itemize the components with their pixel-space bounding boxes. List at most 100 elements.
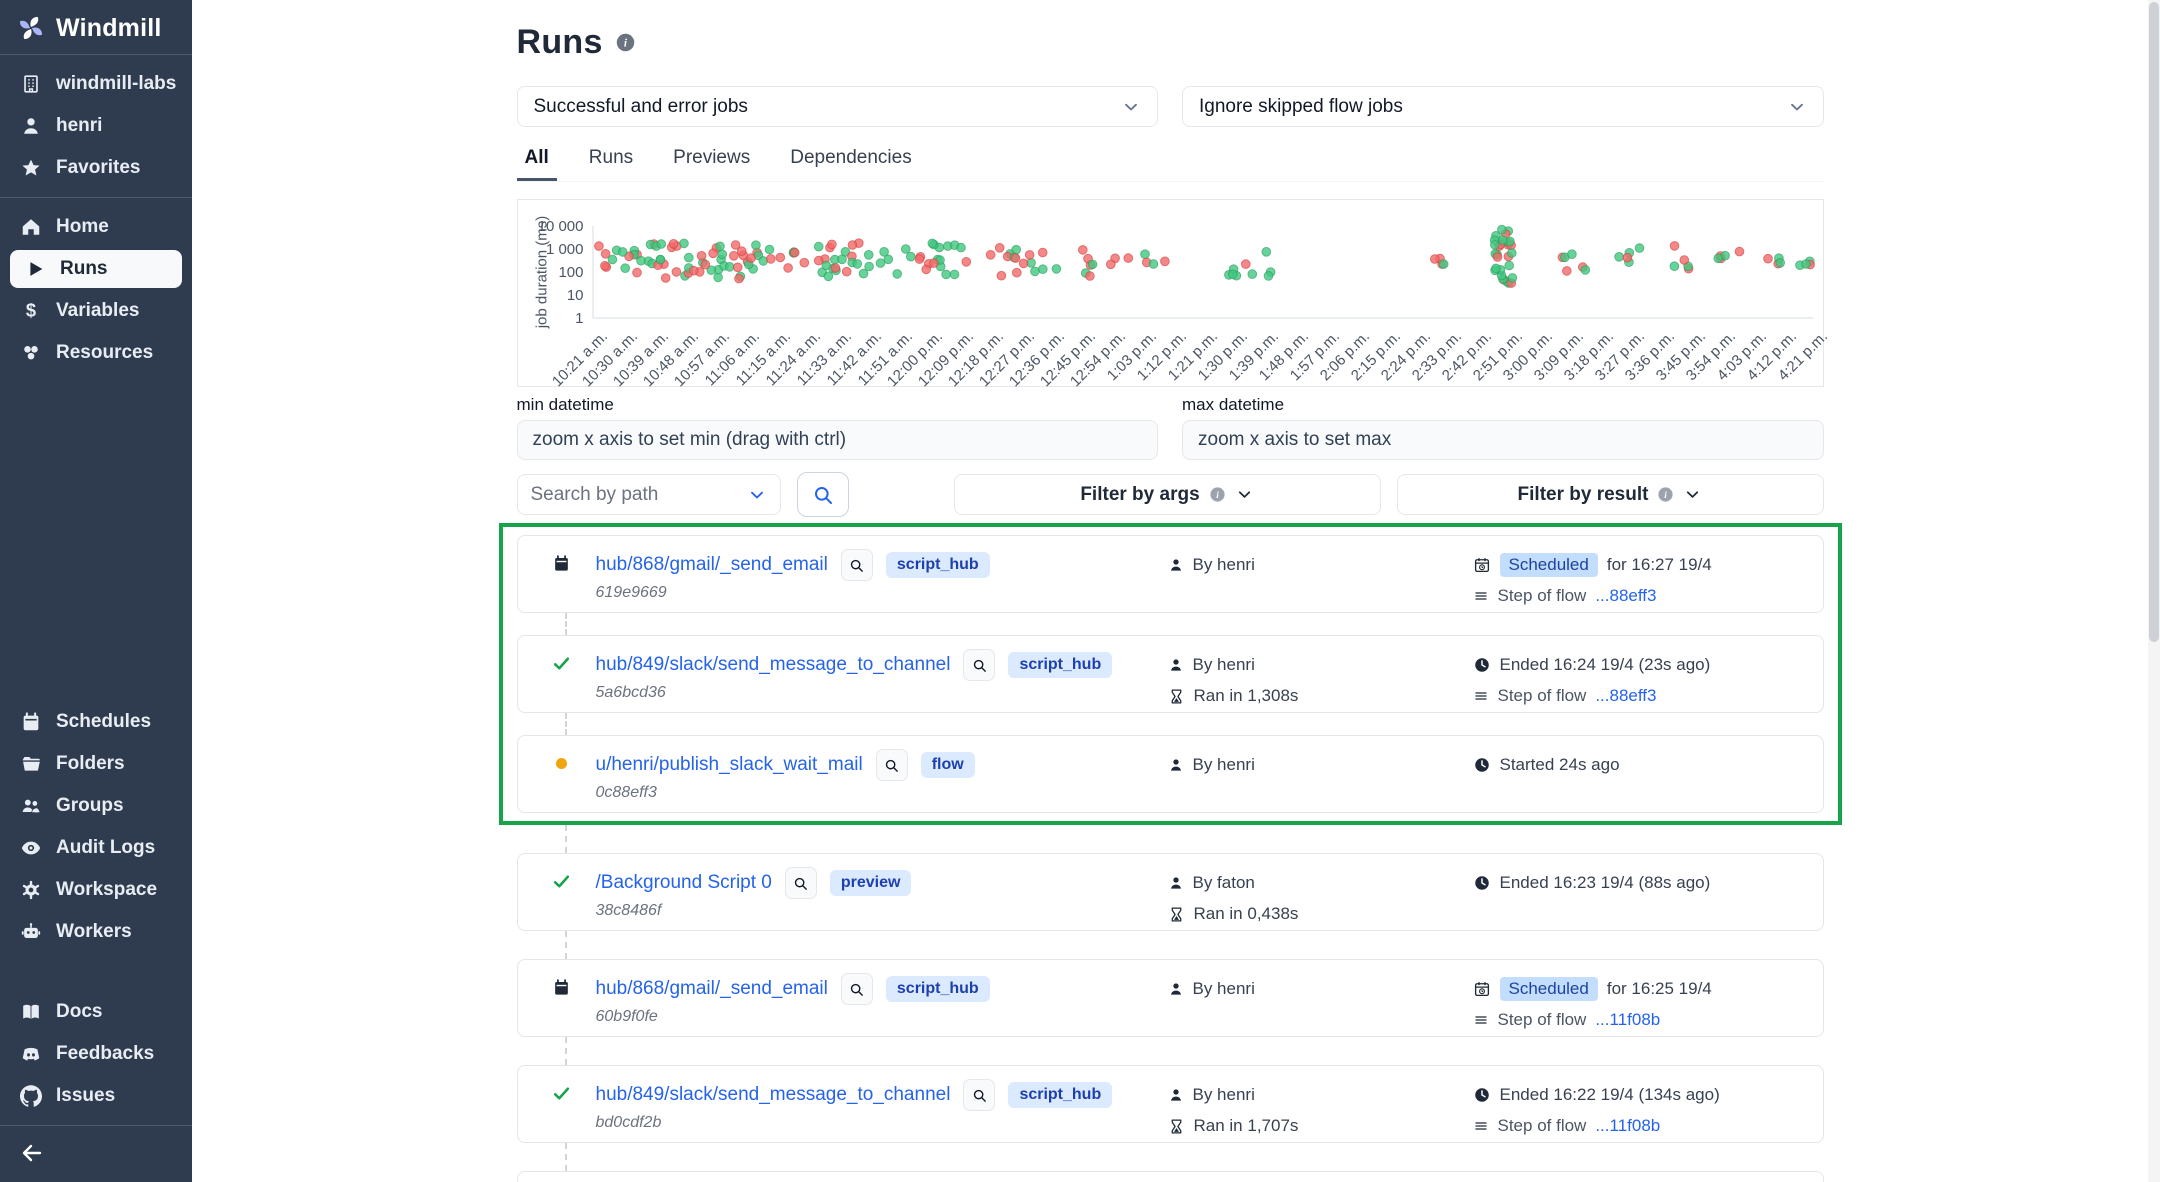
filter-by-result-label: Filter by result [1518, 484, 1649, 506]
tab-runs[interactable]: Runs [581, 141, 641, 181]
sidebar-item-feedbacks[interactable]: Feedbacks [0, 1033, 192, 1075]
inspect-run-button[interactable] [963, 649, 995, 681]
job-kind-badge: script_hub [886, 976, 990, 1002]
inspect-run-button[interactable] [963, 1079, 995, 1111]
parent-flow-link[interactable]: ...11f08b [1595, 1116, 1660, 1136]
run-by: By faton [1193, 873, 1255, 893]
sidebar-item-label: windmill-labs [56, 73, 176, 95]
scrollbar-thumb[interactable] [2149, 2, 2159, 642]
folder-icon [20, 753, 42, 775]
scrollbar [2148, 0, 2160, 1182]
users-icon [20, 795, 42, 817]
sidebar-item-home[interactable]: Home [0, 206, 192, 248]
sidebar-item-runs[interactable]: Runs [10, 250, 182, 288]
run-path-link[interactable]: hub/868/gmail/_send_email [596, 978, 828, 1000]
search-icon [971, 1087, 988, 1104]
run-timing: Ended 16:22 19/4 (134s ago) [1500, 1085, 1720, 1105]
parent-flow-link[interactable]: ...88eff3 [1595, 686, 1656, 706]
job-kind-badge: script_hub [1008, 652, 1112, 678]
tab-dependencies[interactable]: Dependencies [782, 141, 919, 181]
scatter-plot[interactable] [518, 200, 1823, 386]
play-icon [24, 258, 46, 280]
collapse-sidebar-button[interactable] [0, 1126, 64, 1182]
sidebar-item-resources[interactable]: Resources [0, 332, 192, 374]
run-path-link[interactable]: hub/849/slack/send_message_to_channel [596, 654, 951, 676]
sidebar-item-favorites[interactable]: Favorites [0, 147, 192, 189]
run-card[interactable]: hub/868/gmail/_send_emailscript_hub60b9f… [517, 959, 1824, 1037]
search-by-path-input[interactable]: Search by path [517, 474, 781, 515]
run-card[interactable]: /Background Script 0preview38c8486fBy fa… [517, 853, 1824, 931]
job-kind-badge: script_hub [886, 552, 990, 578]
run-card[interactable]: hub/849/slack/send_message_to_channel scr… [517, 1065, 1824, 1143]
svg-text:$: $ [26, 300, 36, 321]
page-title: Runs [517, 23, 603, 62]
calendar-icon [20, 711, 42, 733]
sidebar-item-schedules[interactable]: Schedules [0, 701, 192, 743]
sidebar-item-audit-logs[interactable]: Audit Logs [0, 827, 192, 869]
job-kind-badge: script_hub [1008, 1082, 1112, 1108]
sidebar-item-folders[interactable]: Folders [0, 743, 192, 785]
run-timing: Started 24s ago [1500, 755, 1620, 775]
calendar-icon [552, 978, 571, 997]
running-dot-icon [552, 754, 571, 773]
run-card[interactable]: u/henri/publish_slack_wait_mailflowprevi… [517, 1171, 1824, 1182]
sidebar-item-label: Workspace [56, 879, 157, 901]
skipped-flows-select[interactable]: Ignore skipped flow jobs [1182, 86, 1824, 127]
sidebar-item-label: Resources [56, 342, 153, 364]
min-datetime-input[interactable] [517, 420, 1159, 460]
sidebar-item-workspace[interactable]: Workspace [0, 869, 192, 911]
sidebar-item-label: Audit Logs [56, 837, 155, 859]
windmill-logo-icon [16, 13, 46, 43]
sidebar-item-issues[interactable]: Issues [0, 1075, 192, 1117]
app-logo[interactable]: Windmill [0, 0, 192, 54]
sidebar-item-henri[interactable]: henri [0, 105, 192, 147]
flow-step-connector [565, 1143, 567, 1171]
tab-previews[interactable]: Previews [665, 141, 758, 181]
skipped-flows-select-value: Ignore skipped flow jobs [1199, 96, 1403, 118]
run-timing: for 16:27 19/4 [1607, 555, 1712, 575]
step-of-flow-label: Step of flow [1498, 1116, 1587, 1136]
run-path-link[interactable]: u/henri/publish_slack_wait_mail [596, 754, 863, 776]
search-icon [792, 875, 809, 892]
run-timing: Ended 16:24 19/4 (23s ago) [1500, 655, 1711, 675]
job-kind-select[interactable]: Successful and error jobs [517, 86, 1159, 127]
run-card[interactable]: u/henri/publish_slack_wait_mailflow0c88e… [517, 735, 1824, 813]
inspect-run-button[interactable] [841, 973, 873, 1005]
sidebar-item-label: Schedules [56, 711, 151, 733]
sidebar-item-groups[interactable]: Groups [0, 785, 192, 827]
svg-text:i: i [1216, 490, 1219, 500]
filter-by-args-button[interactable]: Filter by args i [954, 474, 1381, 515]
tab-all[interactable]: All [517, 141, 557, 181]
sidebar-item-label: Docs [56, 1001, 102, 1023]
sidebar-item-variables[interactable]: $Variables [0, 290, 192, 332]
run-path-link[interactable]: hub/849/slack/send_message_to_channel [596, 1084, 951, 1106]
parent-flow-link[interactable]: ...88eff3 [1595, 586, 1656, 606]
inspect-run-button[interactable] [785, 867, 817, 899]
run-by: By henri [1193, 1085, 1255, 1105]
info-icon[interactable]: i [615, 32, 636, 53]
parent-flow-link[interactable]: ...11f08b [1595, 1010, 1660, 1030]
chevron-down-icon [1787, 97, 1807, 117]
sidebar-item-label: Workers [56, 921, 132, 943]
sidebar-item-windmill-labs[interactable]: windmill-labs [0, 63, 192, 105]
search-icon [883, 757, 900, 774]
run-by: By henri [1193, 755, 1255, 775]
run-card[interactable]: hub/868/gmail/_send_emailscript_hub619e9… [517, 535, 1824, 613]
user-icon [1168, 875, 1184, 891]
filter-by-result-button[interactable]: Filter by result i [1397, 474, 1824, 515]
robot-icon [20, 921, 42, 943]
run-card[interactable]: hub/849/slack/send_message_to_channel scr… [517, 635, 1824, 713]
search-icon [971, 657, 988, 674]
job-type-tabs: All Runs Previews Dependencies [517, 141, 1824, 182]
runs-duration-chart[interactable]: job duration (ms) 10 0001 00010010110:21… [517, 199, 1824, 387]
inspect-run-button[interactable] [876, 749, 908, 781]
check-icon [552, 1084, 571, 1103]
sidebar-item-workers[interactable]: Workers [0, 911, 192, 953]
run-path-link[interactable]: hub/868/gmail/_send_email [596, 554, 828, 576]
search-button[interactable] [797, 472, 849, 517]
sidebar-item-docs[interactable]: Docs [0, 991, 192, 1033]
inspect-run-button[interactable] [841, 549, 873, 581]
max-datetime-input[interactable] [1182, 420, 1824, 460]
user-icon [1168, 1087, 1184, 1103]
run-path-link[interactable]: /Background Script 0 [596, 872, 772, 894]
